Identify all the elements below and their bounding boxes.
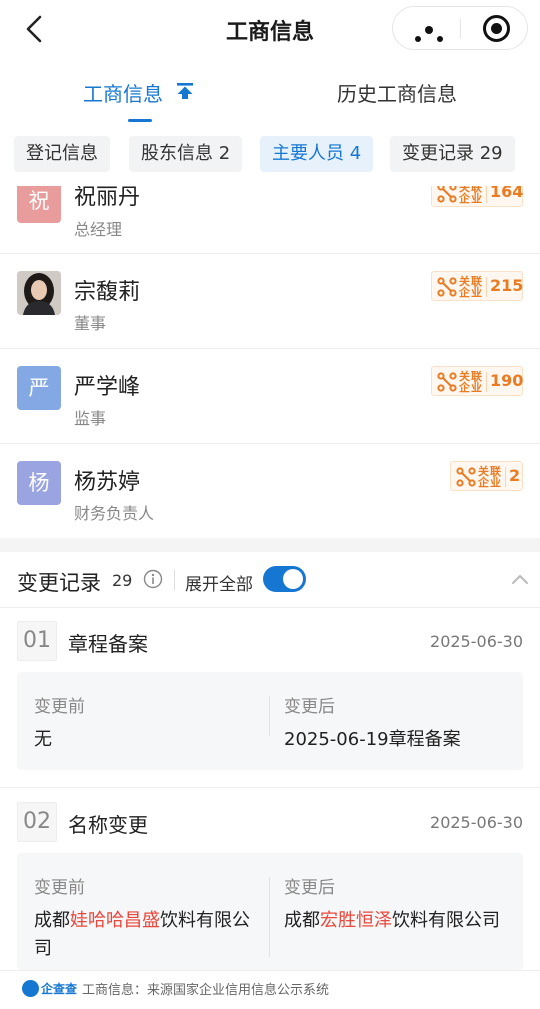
- logo-text: 企查查: [41, 982, 78, 996]
- expand-all-label: 展开全部: [185, 575, 253, 595]
- relation-icon: [456, 467, 476, 487]
- relation-icon: [437, 186, 457, 203]
- section-title: 变更记录: [17, 571, 101, 595]
- relation-count: 190: [490, 371, 524, 390]
- column-divider: [269, 877, 270, 957]
- before-label: 变更前: [34, 878, 85, 898]
- avatar: 祝: [17, 186, 61, 223]
- relation-label: 关联 企业: [459, 370, 483, 394]
- capsule-divider: [460, 19, 461, 39]
- expand-all-toggle[interactable]: [263, 566, 306, 592]
- section-chips: 登记信息 股东信息 2 主要人员 4 变更记录 29: [0, 136, 540, 176]
- change-records-header: 变更记录 29 展开全部: [0, 552, 540, 608]
- change-detail-box: 变更前 无 变更后 2025-06-19章程备案: [17, 672, 523, 770]
- record-number: 02: [17, 802, 57, 842]
- record-number: 01: [17, 621, 57, 661]
- qichacha-logo: 企查查: [22, 979, 78, 999]
- change-record: 01 章程备案 2025-06-30 变更前 无 变更后 2025-06-19章…: [0, 608, 540, 788]
- badge-divider: [486, 186, 487, 203]
- before-highlight: 娃哈哈昌盛: [70, 910, 160, 931]
- chip-change-records[interactable]: 变更记录 29: [390, 136, 515, 172]
- source-footer: 企查查 工商信息：来源国家企业信用信息公示系统: [0, 970, 540, 1009]
- active-tab-indicator: [128, 119, 152, 122]
- record-title: 章程备案: [68, 632, 148, 656]
- person-role: 总经理: [74, 220, 123, 239]
- person-role: 财务负责人: [74, 504, 155, 523]
- relation-label: 关联 企业: [478, 465, 502, 489]
- record-title: 名称变更: [68, 813, 148, 837]
- mini-program-capsule: [392, 6, 528, 50]
- person-role: 董事: [74, 314, 107, 333]
- chevron-up-icon[interactable]: [510, 572, 530, 586]
- after-highlight: 宏胜恒泽: [320, 910, 392, 931]
- target-circle-icon[interactable]: [483, 15, 510, 42]
- person-photo-icon: [17, 271, 61, 315]
- change-record: 02 名称变更 2025-06-30 变更前 成都娃哈哈昌盛饮料有限公司 变更后…: [0, 789, 540, 970]
- avatar: 严: [17, 366, 61, 410]
- before-value: 无: [34, 729, 52, 750]
- record-date: 2025-06-30: [430, 813, 523, 832]
- avatar: [17, 271, 61, 315]
- relation-icon: [437, 372, 457, 392]
- column-divider: [269, 696, 270, 736]
- badge-divider: [505, 467, 506, 487]
- related-companies-badge[interactable]: 关联 企业 2: [450, 461, 523, 491]
- chip-registration[interactable]: 登记信息: [14, 136, 110, 172]
- section-count: 29: [112, 571, 133, 590]
- divider: [0, 787, 540, 788]
- source-note: 工商信息：来源国家企业信用信息公示系统: [82, 983, 330, 998]
- avatar: 杨: [17, 461, 61, 505]
- logo-mark-icon: [22, 980, 39, 997]
- badge-divider: [486, 372, 487, 392]
- after-label: 变更后: [284, 878, 335, 898]
- tab-history-business-info[interactable]: 历史工商信息: [337, 78, 457, 107]
- related-companies-badge[interactable]: 关联 企业 190: [431, 366, 523, 396]
- after-label: 变更后: [284, 697, 335, 717]
- info-icon[interactable]: [143, 569, 163, 589]
- more-dots-icon[interactable]: [415, 26, 447, 46]
- chip-key-personnel[interactable]: 主要人员 4: [260, 136, 374, 172]
- relation-icon: [437, 277, 457, 297]
- before-label: 变更前: [34, 697, 85, 717]
- before-value: 成都娃哈哈昌盛饮料有限公司: [34, 910, 250, 959]
- chip-shareholders[interactable]: 股东信息 2: [129, 136, 243, 172]
- relation-count: 2: [509, 466, 521, 485]
- list-item[interactable]: 杨 杨苏婷 财务负责人 关联 企业 2: [0, 444, 540, 539]
- relation-label: 关联 企业: [459, 181, 483, 205]
- person-name: 杨苏婷: [74, 470, 141, 495]
- record-date: 2025-06-30: [430, 632, 523, 651]
- person-name: 宗馥莉: [74, 280, 141, 305]
- tab-business-info[interactable]: 工商信息: [83, 78, 163, 107]
- relation-label: 关联 企业: [459, 275, 483, 299]
- section-gap: [0, 538, 540, 552]
- related-companies-badge[interactable]: 关联 企业 164: [431, 181, 524, 207]
- main-tabs: 工商信息 历史工商信息: [0, 60, 540, 122]
- person-role: 监事: [74, 409, 107, 428]
- header-divider: [174, 570, 175, 590]
- change-detail-box: 变更前 成都娃哈哈昌盛饮料有限公司 变更后 成都宏胜恒泽饮料有限公司: [17, 853, 523, 970]
- after-value: 成都宏胜恒泽饮料有限公司: [284, 910, 500, 931]
- badge-divider: [486, 277, 487, 297]
- person-name: 严学峰: [74, 375, 141, 400]
- after-value: 2025-06-19章程备案: [284, 729, 461, 750]
- related-companies-badge[interactable]: 关联 企业 215: [431, 271, 523, 301]
- list-item[interactable]: 宗馥莉 董事 关联 企业 215: [0, 254, 540, 349]
- relation-count: 215: [490, 276, 524, 295]
- person-name: 祝丽丹: [74, 185, 141, 210]
- relation-count: 164: [490, 182, 524, 201]
- pin-top-icon[interactable]: [176, 82, 194, 100]
- nav-bar: 工商信息: [0, 0, 540, 58]
- list-item[interactable]: 严 严学峰 监事 关联 企业 190: [0, 349, 540, 444]
